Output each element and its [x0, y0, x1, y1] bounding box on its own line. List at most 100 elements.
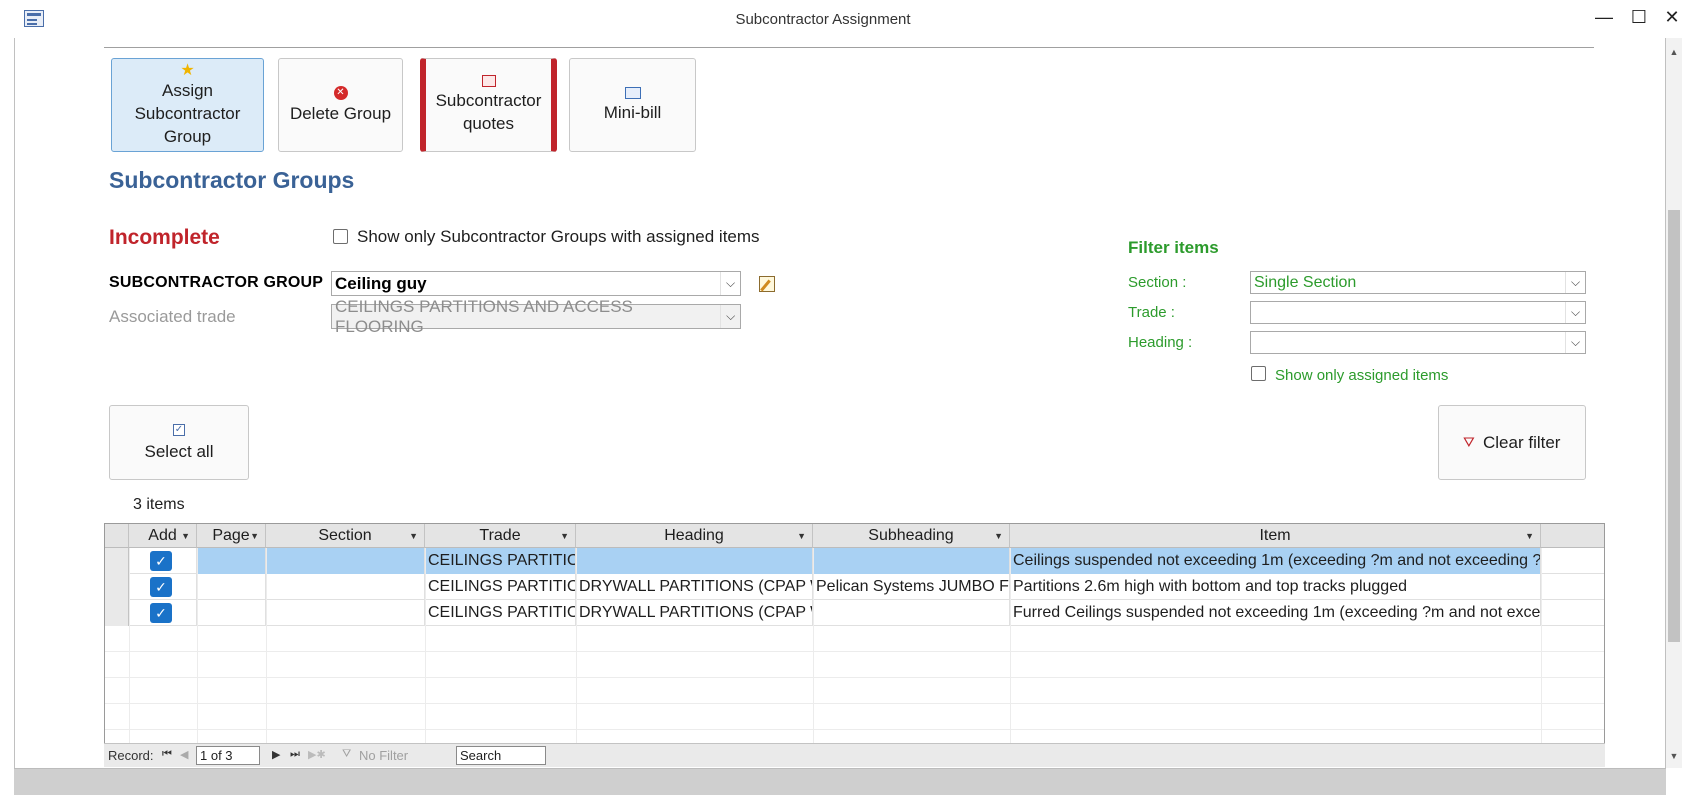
- heading-cell[interactable]: DRYWALL PARTITIONS (CPAP WO: [576, 574, 813, 600]
- first-record-icon[interactable]: ⏮: [162, 748, 172, 761]
- grid-line: [1010, 548, 1011, 744]
- column-header-section[interactable]: Section ▼: [266, 524, 425, 548]
- section-cell[interactable]: [266, 574, 425, 600]
- sort-arrow-icon[interactable]: ▼: [560, 531, 569, 541]
- mini-bill-icon: [624, 86, 641, 99]
- column-header-heading[interactable]: Heading ▼: [576, 524, 813, 548]
- next-record-icon[interactable]: ▶: [272, 748, 280, 761]
- clear-filter-label: Clear filter: [1483, 433, 1561, 452]
- assign-subcontractor-group-button[interactable]: ★ Assign Subcontractor Group: [111, 58, 264, 152]
- items-datasheet[interactable]: Add ▼ Page ▼ Section ▼ Trade ▼ Heading ▼ Subh…: [104, 523, 1605, 767]
- column-header-subheading[interactable]: Subheading ▼: [813, 524, 1010, 548]
- record-position-input[interactable]: 1 of 3: [196, 746, 260, 765]
- select-all-rows-corner[interactable]: [105, 524, 129, 548]
- trade-cell[interactable]: CEILINGS PARTITION: [425, 574, 576, 600]
- column-header-label: Item: [1259, 526, 1291, 544]
- column-header-label: Section: [318, 526, 372, 544]
- chevron-down-icon: ⌵: [720, 305, 740, 328]
- row-selector[interactable]: [105, 600, 129, 626]
- close-icon[interactable]: ✕: [1658, 4, 1686, 30]
- scroll-up-icon[interactable]: ▲: [1666, 44, 1682, 60]
- chevron-down-icon[interactable]: ⌵: [1565, 332, 1585, 353]
- grid-line: [197, 548, 198, 744]
- add-cell[interactable]: ✓: [129, 600, 197, 626]
- subheading-cell[interactable]: [813, 548, 1010, 574]
- quotes-icon: [481, 75, 496, 87]
- record-label: Record:: [108, 748, 154, 763]
- scroll-down-icon[interactable]: ▼: [1666, 748, 1682, 764]
- empty-row: [105, 626, 1604, 652]
- last-record-icon[interactable]: ⏭: [290, 748, 300, 761]
- edit-group-icon[interactable]: [759, 276, 775, 292]
- table-row[interactable]: ✓ CEILINGS PARTITION DRYWALL PARTITIONS …: [105, 574, 1604, 600]
- sort-arrow-icon[interactable]: ▼: [250, 531, 259, 541]
- add-checkbox-checked[interactable]: ✓: [150, 551, 172, 571]
- column-header-add[interactable]: Add ▼: [129, 524, 197, 548]
- heading-filter-combo[interactable]: ⌵: [1250, 331, 1586, 354]
- show-groups-with-items-checkbox[interactable]: [333, 229, 348, 244]
- scrollbar-thumb[interactable]: [1668, 210, 1680, 642]
- delete-group-button[interactable]: ✕ Delete Group: [278, 58, 403, 152]
- add-checkbox-checked[interactable]: ✓: [150, 577, 172, 597]
- filter-icon: ⛛: [342, 748, 352, 760]
- subheading-cell[interactable]: Pelican Systems JUMBO Fire: [813, 574, 1010, 600]
- column-header-label: Page: [212, 526, 250, 544]
- page-cell[interactable]: [197, 600, 266, 626]
- empty-row: [105, 652, 1604, 678]
- heading-cell[interactable]: DRYWALL PARTITIONS (CPAP WO: [576, 600, 813, 626]
- sort-arrow-icon[interactable]: ▼: [409, 531, 418, 541]
- page-cell[interactable]: [197, 574, 266, 600]
- table-row[interactable]: ✓ CEILINGS PARTITION DRYWALL PARTITIONS …: [105, 600, 1604, 626]
- new-record-icon[interactable]: ▶✱: [308, 748, 326, 761]
- trade-cell[interactable]: CEILINGS PARTITION: [425, 600, 576, 626]
- column-header-label: Heading: [664, 526, 724, 544]
- subheading-cell[interactable]: [813, 600, 1010, 626]
- trade-cell[interactable]: CEILINGS PARTITION: [425, 548, 576, 574]
- select-all-label: Select all: [144, 442, 214, 461]
- sort-arrow-icon[interactable]: ▼: [797, 531, 806, 541]
- record-navigator: Record: ⏮ ◀ 1 of 3 ▶ ⏭ ▶✱ ⛛ No Filter Se…: [104, 743, 1605, 767]
- page-title: Subcontractor Groups: [109, 167, 355, 193]
- maximize-icon[interactable]: ☐: [1625, 4, 1653, 30]
- section-cell[interactable]: [266, 548, 425, 574]
- previous-record-icon[interactable]: ◀: [180, 748, 188, 761]
- mini-bill-button[interactable]: Mini-bill: [569, 58, 696, 152]
- no-filter-button[interactable]: No Filter: [359, 748, 408, 763]
- checkbox-icon: ✓: [173, 424, 185, 436]
- add-checkbox-checked[interactable]: ✓: [150, 603, 172, 623]
- column-header-trade[interactable]: Trade ▼: [425, 524, 576, 548]
- add-cell[interactable]: ✓: [129, 574, 197, 600]
- subcontractor-quotes-button[interactable]: Subcontractor quotes: [420, 58, 557, 152]
- chevron-down-icon[interactable]: ⌵: [720, 272, 740, 295]
- grid-line: [1541, 548, 1542, 744]
- item-cell[interactable]: Ceilings suspended not exceeding 1m (exc…: [1010, 548, 1541, 574]
- sort-arrow-icon[interactable]: ▼: [1525, 531, 1534, 541]
- minimize-icon[interactable]: —: [1590, 4, 1618, 30]
- add-cell[interactable]: ✓: [129, 548, 197, 574]
- select-all-button[interactable]: ✓ Select all: [109, 405, 249, 480]
- row-selector[interactable]: [105, 548, 129, 574]
- section-filter-combo[interactable]: Single Section ⌵: [1250, 271, 1586, 294]
- heading-cell[interactable]: [576, 548, 813, 574]
- sort-arrow-icon[interactable]: ▼: [181, 531, 190, 541]
- sort-arrow-icon[interactable]: ▼: [994, 531, 1003, 541]
- row-selector[interactable]: [105, 574, 129, 600]
- table-row[interactable]: ✓ CEILINGS PARTITION Ceilings suspended …: [105, 548, 1604, 574]
- column-header-item[interactable]: Item ▼: [1010, 524, 1541, 548]
- column-header-label: Subheading: [868, 526, 954, 544]
- items-count: 3 items: [133, 496, 185, 513]
- trade-filter-combo[interactable]: ⌵: [1250, 301, 1586, 324]
- search-input[interactable]: Search: [456, 746, 546, 765]
- clear-filter-button[interactable]: ⛛ Clear filter: [1438, 405, 1586, 480]
- page-cell[interactable]: [197, 548, 266, 574]
- section-cell[interactable]: [266, 600, 425, 626]
- show-only-assigned-checkbox[interactable]: [1251, 366, 1266, 381]
- subcontractor-group-combo[interactable]: Ceiling guy ⌵: [331, 271, 741, 296]
- item-cell[interactable]: Furred Ceilings suspended not exceeding …: [1010, 600, 1541, 626]
- item-cell[interactable]: Partitions 2.6m high with bottom and top…: [1010, 574, 1541, 600]
- column-header-page[interactable]: Page ▼: [197, 524, 266, 548]
- chevron-down-icon[interactable]: ⌵: [1565, 302, 1585, 323]
- chevron-down-icon[interactable]: ⌵: [1565, 272, 1585, 293]
- filter-heading: Filter items: [1128, 238, 1219, 257]
- empty-row: [105, 678, 1604, 704]
